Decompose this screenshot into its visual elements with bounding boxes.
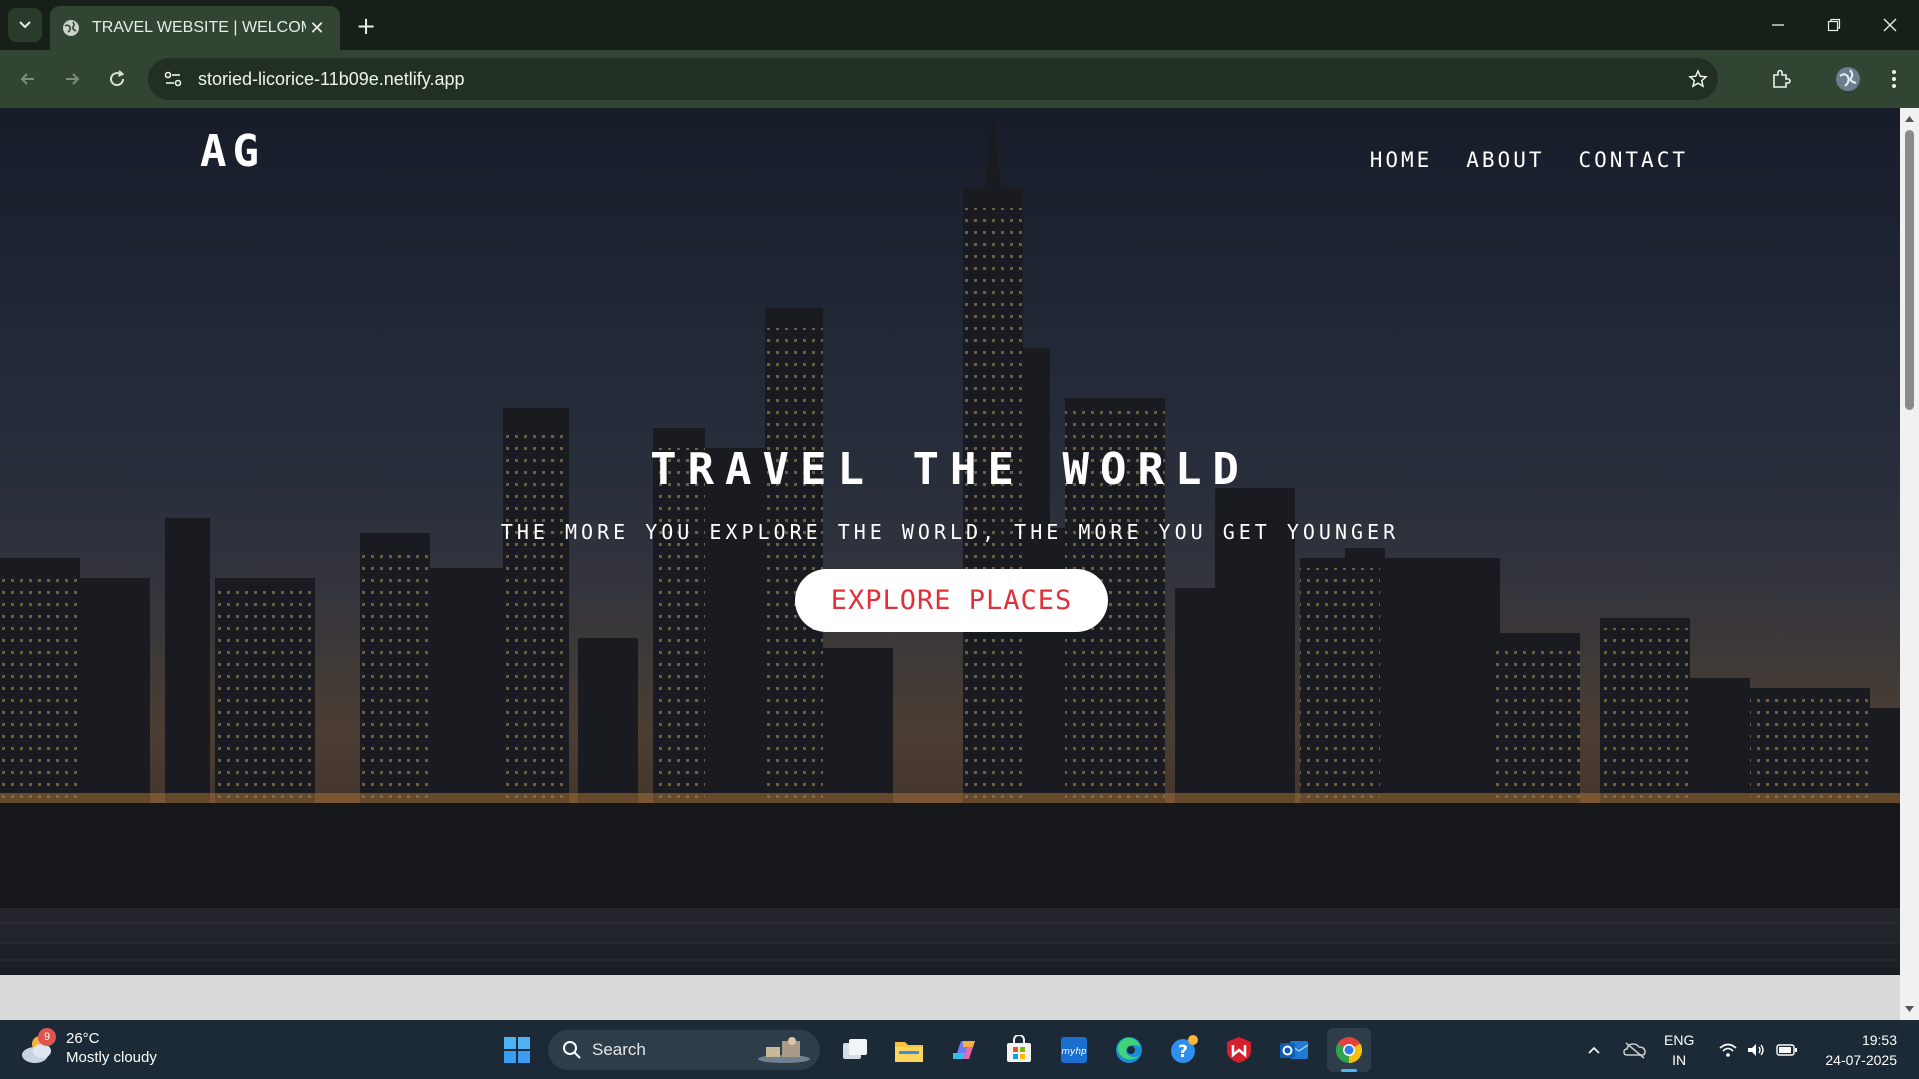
task-view-icon[interactable] bbox=[833, 1028, 877, 1072]
language-code: ENG bbox=[1664, 1032, 1695, 1048]
language-region: IN bbox=[1672, 1052, 1687, 1068]
extensions-icon[interactable] bbox=[1765, 63, 1797, 95]
globe-icon bbox=[63, 20, 79, 36]
chrome-browser-icon[interactable] bbox=[1327, 1028, 1371, 1072]
site-nav: HOME ABOUT CONTACT bbox=[1370, 148, 1688, 172]
tab-title: TRAVEL WEBSITE | WELCOME bbox=[92, 19, 306, 36]
battery-icon[interactable] bbox=[1772, 1020, 1802, 1079]
svg-text:?: ? bbox=[1178, 1042, 1188, 1062]
url-text: storied-licorice-11b09e.netlify.app bbox=[198, 68, 465, 89]
onedrive-offline-icon[interactable] bbox=[1618, 1020, 1652, 1079]
outlook-icon[interactable] bbox=[1272, 1028, 1316, 1072]
browser-menu-icon[interactable] bbox=[1878, 63, 1910, 95]
reload-button[interactable] bbox=[101, 63, 133, 95]
show-hidden-icons-chevron[interactable] bbox=[1580, 1020, 1608, 1079]
system-clock[interactable]: 19:53 24-07-2025 bbox=[1825, 1030, 1897, 1070]
restore-button[interactable] bbox=[1806, 0, 1862, 50]
tab-strip: TRAVEL WEBSITE | WELCOME ✕ + bbox=[0, 0, 1919, 50]
scroll-down-arrow-icon[interactable] bbox=[1904, 1004, 1915, 1014]
tab-search-button[interactable] bbox=[8, 8, 42, 42]
scroll-up-arrow-icon[interactable] bbox=[1904, 114, 1915, 124]
weather-temp: 26°C bbox=[66, 1030, 100, 1047]
weather-desc: Mostly cloudy bbox=[66, 1049, 157, 1066]
weather-badge: 9 bbox=[38, 1028, 56, 1046]
browser-toolbar: storied-licorice-11b09e.netlify.app bbox=[0, 50, 1919, 108]
search-icon bbox=[563, 1041, 581, 1059]
back-button[interactable] bbox=[12, 63, 44, 95]
nav-link-about[interactable]: ABOUT bbox=[1466, 148, 1544, 172]
nav-link-home[interactable]: HOME bbox=[1370, 148, 1433, 172]
active-app-indicator bbox=[1341, 1069, 1357, 1072]
search-highlight-icon bbox=[758, 1037, 810, 1063]
new-tab-button[interactable]: + bbox=[352, 12, 380, 40]
site-logo[interactable]: AG bbox=[200, 126, 265, 177]
hero-tagline: THE MORE YOU EXPLORE THE WORLD, THE MORE… bbox=[500, 520, 1400, 544]
close-icon bbox=[1883, 18, 1897, 32]
microsoft-store-icon[interactable] bbox=[997, 1028, 1041, 1072]
taskbar-search-label: Search bbox=[592, 1040, 646, 1059]
page-scrollbar[interactable] bbox=[1900, 108, 1919, 1020]
svg-text:myhp: myhp bbox=[1061, 1047, 1087, 1057]
forward-button[interactable] bbox=[56, 63, 88, 95]
clock-time: 19:53 bbox=[1861, 1032, 1897, 1048]
start-button[interactable] bbox=[495, 1028, 539, 1072]
volume-icon[interactable] bbox=[1742, 1020, 1770, 1079]
bookmark-star-icon[interactable] bbox=[1678, 69, 1718, 89]
close-tab-icon[interactable]: ✕ bbox=[306, 17, 328, 39]
restore-icon bbox=[1827, 18, 1841, 32]
copilot-icon[interactable] bbox=[942, 1028, 986, 1072]
mcafee-icon[interactable] bbox=[1217, 1028, 1261, 1072]
scrollbar-thumb[interactable] bbox=[1905, 130, 1914, 410]
clock-date: 24-07-2025 bbox=[1825, 1052, 1897, 1068]
windows-logo-icon bbox=[504, 1037, 530, 1063]
minimize-button[interactable] bbox=[1750, 0, 1806, 50]
nav-link-contact[interactable]: CONTACT bbox=[1578, 148, 1688, 172]
arrow-left-icon bbox=[20, 73, 34, 85]
myhp-icon[interactable]: myhp bbox=[1052, 1028, 1096, 1072]
profile-avatar-icon[interactable] bbox=[1832, 63, 1864, 95]
address-bar[interactable]: storied-licorice-11b09e.netlify.app bbox=[148, 58, 1718, 100]
cloudy-weather-icon: 9 bbox=[18, 1028, 58, 1068]
wifi-icon[interactable] bbox=[1714, 1020, 1742, 1079]
minimize-icon bbox=[1772, 24, 1784, 26]
taskbar-search[interactable]: Search bbox=[548, 1030, 820, 1070]
reload-icon bbox=[110, 70, 125, 87]
page-viewport: AG HOME ABOUT CONTACT TRAVEL THE WORLD T… bbox=[0, 108, 1900, 1020]
browser-tab[interactable]: TRAVEL WEBSITE | WELCOME ✕ bbox=[50, 6, 340, 50]
hero-headline: TRAVEL THE WORLD bbox=[650, 444, 1250, 495]
chevron-down-icon bbox=[19, 21, 31, 29]
site-info-icon[interactable] bbox=[162, 68, 184, 90]
file-explorer-icon[interactable] bbox=[887, 1028, 931, 1072]
get-help-icon[interactable]: ? bbox=[1162, 1028, 1206, 1072]
arrow-right-icon bbox=[66, 73, 80, 85]
edge-browser-icon[interactable] bbox=[1107, 1028, 1151, 1072]
explore-places-button[interactable]: EXPLORE PLACES bbox=[795, 569, 1108, 632]
hero-section: AG HOME ABOUT CONTACT TRAVEL THE WORLD T… bbox=[0, 108, 1900, 975]
taskbar: 9 26°C Mostly cloudy Search myhp ? ENG I… bbox=[0, 1020, 1919, 1079]
language-indicator[interactable]: ENG IN bbox=[1664, 1030, 1694, 1070]
close-window-button[interactable] bbox=[1862, 0, 1918, 50]
weather-widget[interactable]: 9 26°C Mostly cloudy bbox=[18, 1028, 157, 1068]
